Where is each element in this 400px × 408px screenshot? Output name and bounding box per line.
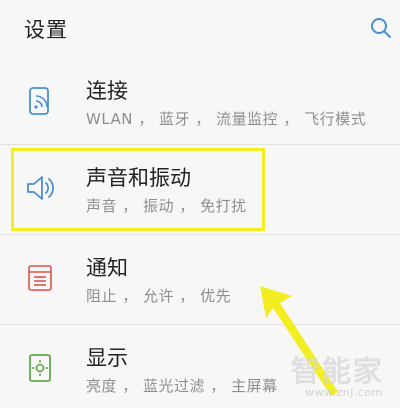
settings-screen: 设置 连接 WLAN ， 蓝牙 ， 流量监控 ， 飞行模式 声音和振动 声音 ，… [0,0,400,408]
watermark-text: 智能家 [291,354,385,388]
connection-icon [24,85,56,117]
item-title: 显示 [86,346,128,370]
display-icon [24,352,56,384]
search-icon [371,18,391,38]
notification-icon [24,262,56,294]
settings-item-notifications[interactable]: 通知 阻止 ， 允许 ， 优先 [0,235,400,321]
item-subtitle: 亮度 ， 蓝光过滤 ， 主屏幕 [86,377,278,395]
app-header: 设置 [0,0,400,58]
item-title: 连接 [86,79,128,103]
page-title: 设置 [24,18,68,42]
item-title: 通知 [86,256,128,280]
item-subtitle: 阻止 ， 允许 ， 优先 [86,287,232,305]
search-button[interactable] [368,15,394,41]
watermark: 智能家 www.znj.com [285,348,397,406]
settings-item-connections[interactable]: 连接 WLAN ， 蓝牙 ， 流量监控 ， 飞行模式 [0,58,400,144]
highlight-box [11,148,265,231]
item-subtitle: WLAN ， 蓝牙 ， 流量监控 ， 飞行模式 [86,110,367,128]
watermark-url: www.znj.com [305,386,383,399]
